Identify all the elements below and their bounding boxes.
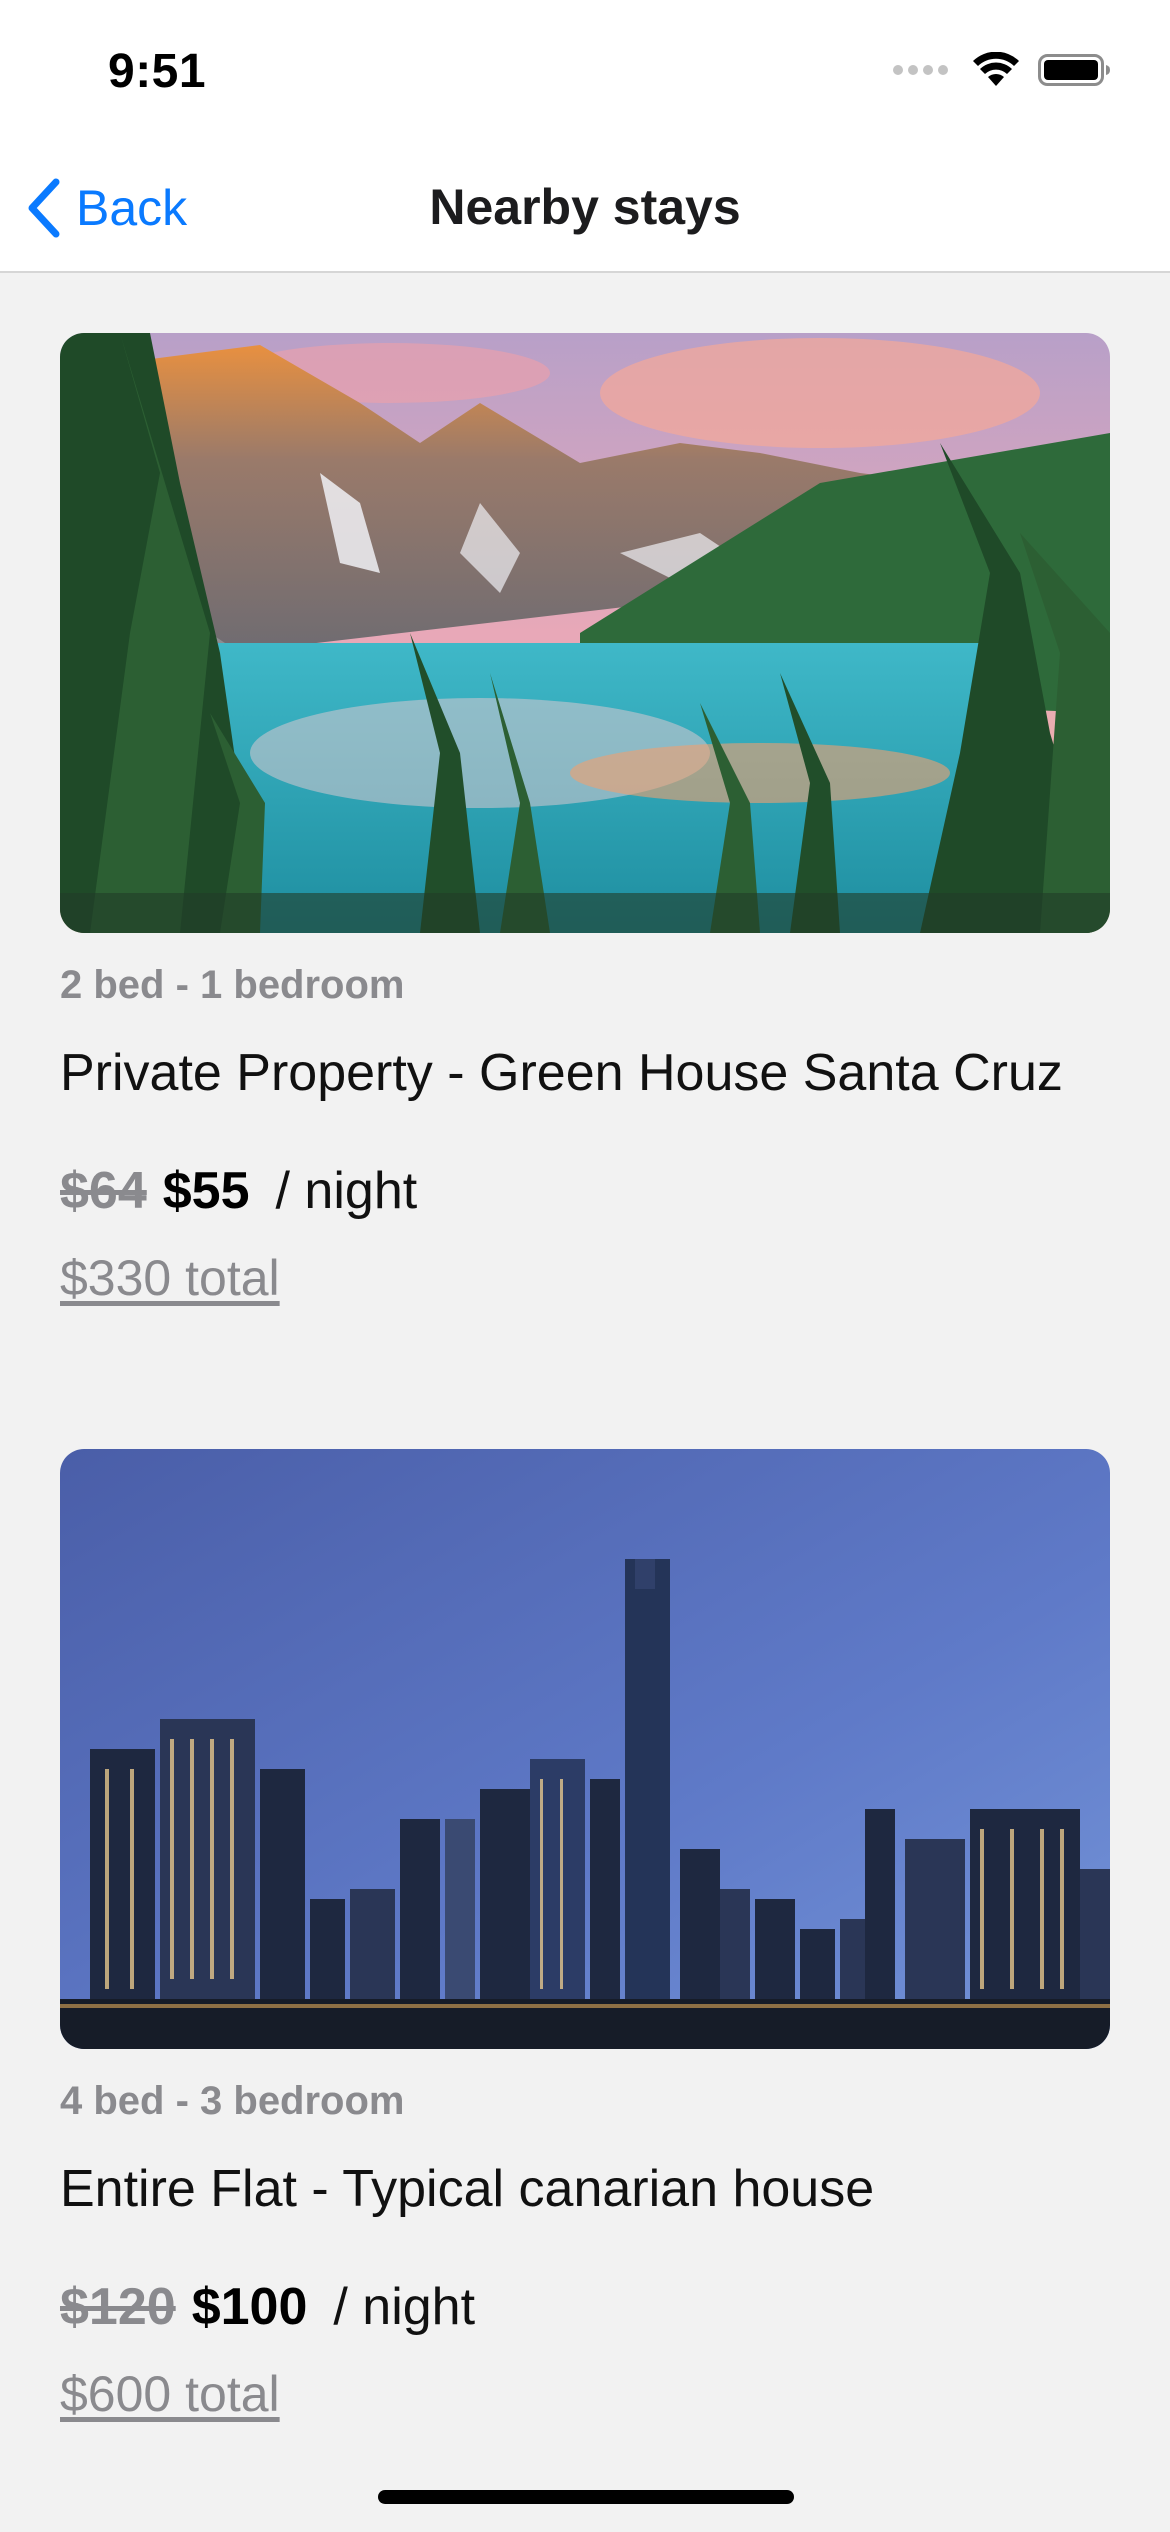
price-row: $120 $100 / night <box>60 2277 1110 2347</box>
back-button[interactable]: Back <box>26 170 187 246</box>
screen: 9:51 Nearby stays Back 2 bed - 1 bedroom… <box>0 0 1170 2532</box>
navigation-bar: Nearby stays Back <box>0 150 1170 273</box>
wifi-icon <box>973 52 1019 86</box>
mountain-lake-photo[interactable] <box>60 333 1110 933</box>
price-unit: / night <box>333 2278 476 2336</box>
status-time: 9:51 <box>108 45 207 98</box>
original-price: $120 <box>60 2278 176 2336</box>
discounted-price: $100 <box>191 2278 308 2336</box>
home-indicator[interactable] <box>378 2490 794 2504</box>
discounted-price: $55 <box>162 1162 250 1220</box>
back-label: Back <box>76 180 188 236</box>
listing-meta: 2 bed - 1 bedroom <box>60 963 405 1007</box>
chevron-left-icon <box>28 178 60 238</box>
city-skyline-photo[interactable] <box>60 1449 1110 2049</box>
price-row: $64 $55 / night <box>60 1161 1110 1231</box>
total-price-link[interactable]: $600 total <box>60 2365 280 2423</box>
listing-card[interactable]: 4 bed - 3 bedroom Entire Flat - Typical … <box>60 1449 1110 2423</box>
signal-icon <box>893 65 948 75</box>
listing-title: Entire Flat - Typical canarian house <box>60 2160 875 2218</box>
listing-title: Private Property - Green House Santa Cru… <box>60 1044 1063 1102</box>
listing-card[interactable]: 2 bed - 1 bedroom Private Property - Gre… <box>60 333 1110 1307</box>
listing-meta: 4 bed - 3 bedroom <box>60 2079 405 2123</box>
price-unit: / night <box>275 1162 418 1220</box>
status-icons <box>893 52 1112 88</box>
total-price-link[interactable]: $330 total <box>60 1249 280 1307</box>
status-bar: 9:51 <box>0 0 1170 150</box>
battery-icon <box>1038 54 1110 86</box>
original-price: $64 <box>60 1162 147 1220</box>
